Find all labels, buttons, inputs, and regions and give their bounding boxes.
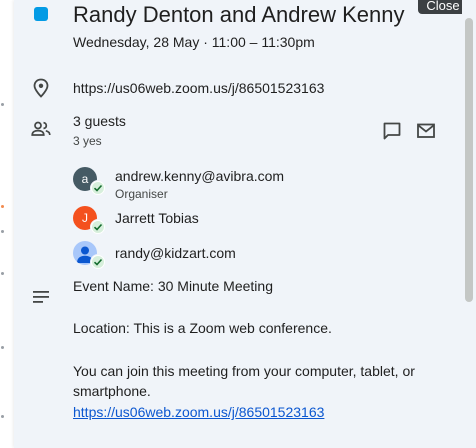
guest-item[interactable]: a andrew.kenny@avibra.com Organiser: [73, 167, 433, 201]
background-page-edge: [0, 0, 14, 448]
accepted-check-icon: [90, 180, 106, 196]
accepted-check-icon: [90, 254, 106, 270]
guests-count: 3 guests: [73, 113, 126, 129]
location-pin-icon: [33, 78, 49, 98]
description-location: Location: This is a Zoom web conference.: [73, 320, 332, 336]
edge-mark: [1, 205, 4, 208]
description-meeting-link[interactable]: https://us06web.zoom.us/j/86501523163: [73, 402, 433, 422]
calendar-color-chip: [34, 7, 48, 21]
guest-role: Organiser: [115, 187, 168, 201]
guest-item[interactable]: randy@kidzart.com: [73, 241, 433, 270]
description-event-name: Event Name: 30 Minute Meeting: [73, 278, 273, 294]
people-icon: [31, 121, 51, 136]
scrollbar-thumb[interactable]: [465, 18, 473, 302]
event-datetime: Wednesday, 28 May · 11:00 – 11:30pm: [73, 34, 315, 50]
edge-mark: [1, 272, 4, 275]
event-title: Randy Denton and Andrew Kenny: [73, 2, 405, 27]
description-join-info: You can join this meeting from your comp…: [73, 363, 415, 399]
close-button[interactable]: Close: [418, 0, 468, 14]
edge-mark: [1, 103, 4, 106]
chat-bubble-icon[interactable]: [382, 121, 402, 141]
scrollbar[interactable]: [462, 0, 476, 448]
accepted-check-icon: [90, 219, 106, 235]
notes-lines-icon: [33, 291, 49, 303]
edge-mark: [1, 415, 4, 418]
guest-name: Jarrett Tobias: [115, 210, 199, 226]
edge-mark: [1, 230, 4, 233]
conference-link[interactable]: https://us06web.zoom.us/j/86501523163: [73, 79, 324, 97]
guest-item[interactable]: J Jarrett Tobias: [73, 206, 433, 235]
mail-icon[interactable]: [416, 122, 436, 140]
guest-email: randy@kidzart.com: [115, 245, 236, 261]
guest-email: andrew.kenny@avibra.com: [115, 168, 285, 184]
edge-mark: [1, 346, 4, 349]
guests-rsvp-summary: 3 yes: [73, 134, 102, 148]
